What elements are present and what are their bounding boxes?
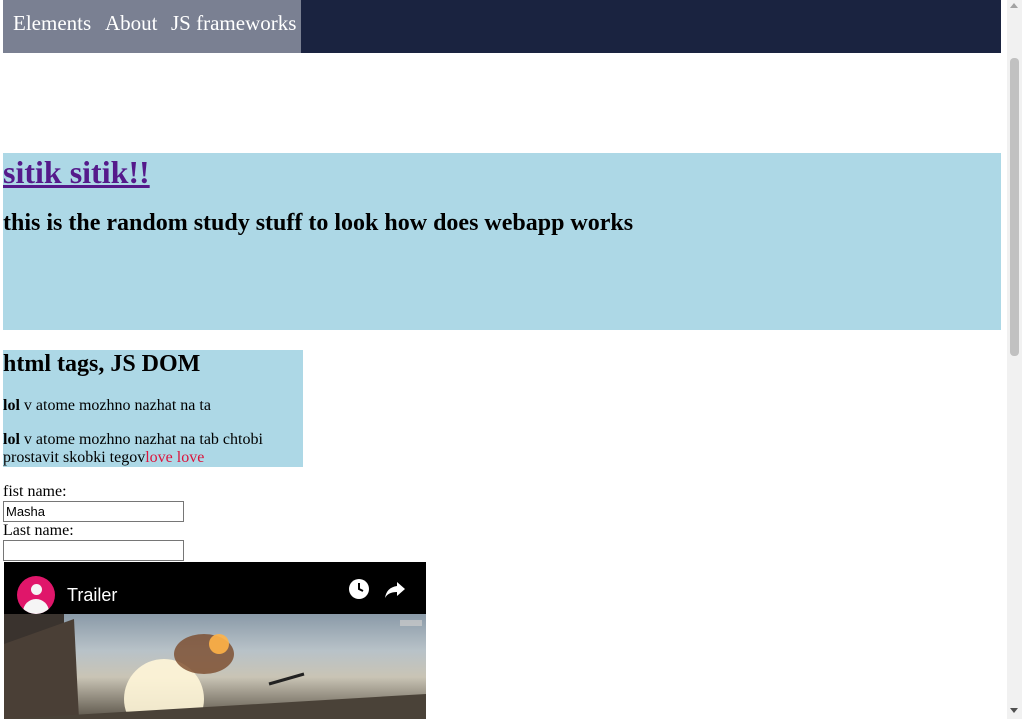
paragraph-text: v atome mozhno nazhat na ta — [19, 397, 211, 414]
bold-text: lol — [3, 431, 20, 448]
highlight-text: love love — [145, 449, 205, 466]
bold-text: lol — [3, 397, 20, 414]
info-paragraph-2: lol v atome mozhno nazhat na tab chtobi … — [3, 431, 303, 467]
scroll-up-icon[interactable] — [1010, 3, 1018, 8]
video-thumbnail — [4, 614, 426, 719]
video-scene — [4, 614, 426, 719]
scroll-thumb[interactable] — [1010, 58, 1019, 356]
clock-icon[interactable] — [347, 577, 371, 601]
last-name-label: Last name: — [3, 522, 74, 539]
info-paragraph-1: lol v atome mozhno nazhat na ta — [3, 397, 303, 415]
top-nav: Elements About JS frameworks — [3, 0, 1001, 53]
site-title-link[interactable]: sitik sitik!! — [3, 153, 150, 191]
share-icon[interactable] — [383, 577, 407, 601]
nav-item-elements[interactable]: Elements — [13, 11, 91, 36]
first-name-label: fist name: — [3, 483, 67, 500]
nav-item-about[interactable]: About — [105, 11, 158, 36]
nav-item-js-frameworks[interactable]: JS frameworks — [171, 11, 296, 36]
last-name-field[interactable] — [3, 540, 184, 561]
info-heading: html tags, JS DOM — [3, 351, 201, 377]
hero-banner: sitik sitik!! this is the random study s… — [3, 153, 1001, 330]
paragraph-text: v atome mozhno nazhat na tab chtobi pros… — [3, 431, 263, 466]
hero-subtitle: this is the random study stuff to look h… — [3, 210, 634, 236]
first-name-field[interactable] — [3, 501, 184, 522]
video-header: Trailer — [4, 562, 426, 614]
video-player[interactable]: Trailer — [4, 562, 426, 719]
info-panel: html tags, JS DOM lol v atome mozhno naz… — [3, 350, 303, 467]
avatar-icon[interactable] — [17, 576, 55, 614]
vertical-scrollbar[interactable] — [1007, 0, 1022, 719]
scroll-down-icon[interactable] — [1010, 708, 1018, 713]
video-title[interactable]: Trailer — [67, 585, 117, 606]
